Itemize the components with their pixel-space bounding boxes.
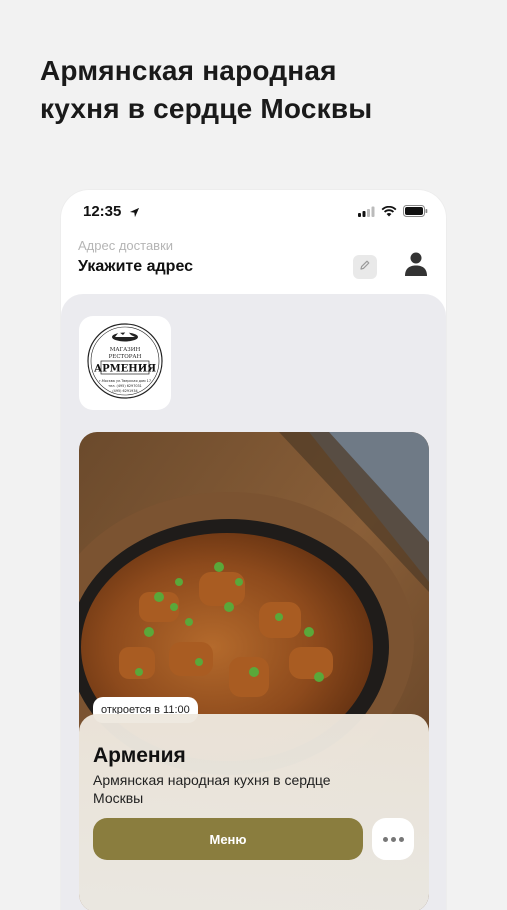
logo-address: г.Москва ул.Тверская дом 17: [99, 379, 151, 383]
menu-button[interactable]: Меню: [93, 818, 363, 860]
phone-screen: 12:35 Адрес доставки Укажите адрес МАГАЗ…: [61, 190, 446, 910]
logo-brand: АРМЕНИЯ: [94, 364, 156, 375]
profile-button[interactable]: [402, 252, 430, 280]
status-time: 12:35: [83, 203, 122, 220]
more-options-button[interactable]: [372, 818, 414, 860]
promo-headline-line1: Армянская народная: [40, 55, 337, 86]
pencil-icon: [359, 258, 371, 276]
delivery-address-label: Адрес доставки: [78, 238, 174, 253]
edit-address-button[interactable]: [353, 255, 377, 279]
restaurant-logo[interactable]: МАГАЗИН РЕСТОРАН АРМЕНИЯ г.Москва ул.Тве…: [79, 316, 171, 410]
status-bar: 12:35: [61, 190, 446, 234]
logo-phone1: тел. (495) 6297031: [108, 384, 142, 388]
promo-headline: Армянская народная кухня в сердце Москвы: [40, 52, 480, 128]
logo-line2: РЕСТОРАН: [109, 354, 142, 360]
main-content: МАГАЗИН РЕСТОРАН АРМЕНИЯ г.Москва ул.Тве…: [61, 294, 446, 910]
logo-line1: МАГАЗИН: [110, 347, 141, 353]
logo-phone2: (495) 6291934: [112, 389, 137, 393]
signal-icon: [358, 204, 375, 222]
location-arrow-icon: [129, 205, 140, 223]
wifi-icon: [381, 204, 397, 222]
battery-icon: [403, 204, 428, 222]
delivery-address-value[interactable]: Укажите адрес: [78, 258, 193, 276]
armenia-logo-icon: МАГАЗИН РЕСТОРАН АРМЕНИЯ г.Москва ул.Тве…: [87, 323, 163, 399]
restaurant-description: Армянская народная кухня в сердце Москвы: [93, 772, 331, 806]
more-dots-icon: [381, 836, 405, 842]
restaurant-card[interactable]: откроется в 11:00 Армения Армянская наро…: [79, 432, 429, 910]
restaurant-info-panel: Армения Армянская народная кухня в сердц…: [79, 714, 429, 910]
status-icons: [358, 204, 428, 222]
promo-headline-line2: кухня в сердце Москвы: [40, 93, 373, 124]
restaurant-name: Армения: [93, 744, 186, 767]
user-icon: [404, 251, 428, 282]
